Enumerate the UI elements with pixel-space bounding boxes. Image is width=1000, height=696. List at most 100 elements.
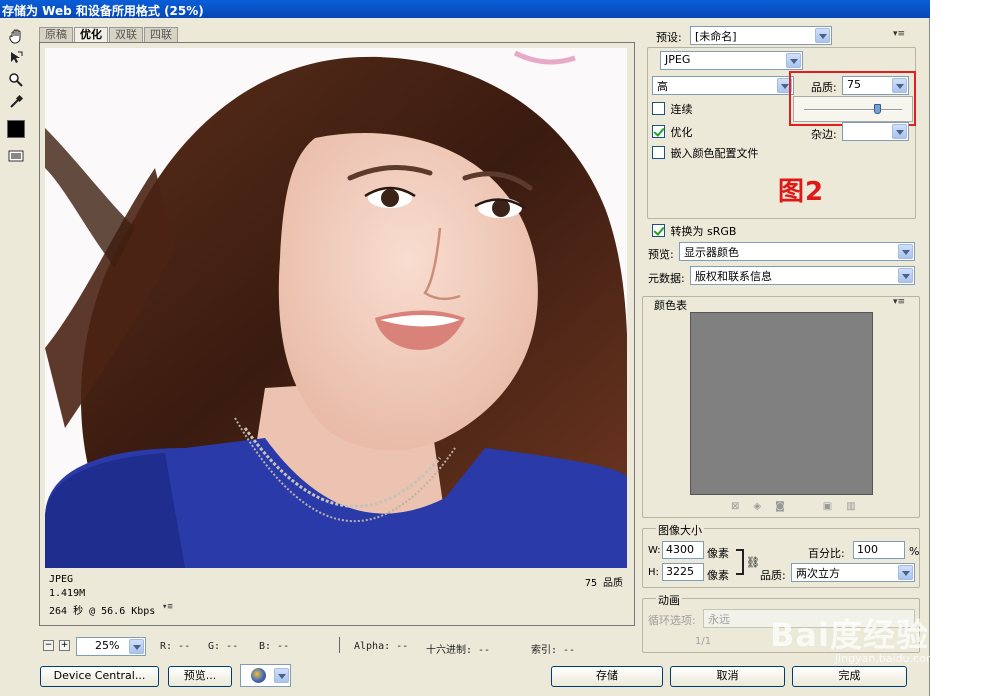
new-color-icon[interactable]: ▣ xyxy=(823,501,832,512)
download-speed-menu-icon[interactable]: ▾≡ xyxy=(162,602,173,612)
chevron-down-icon xyxy=(786,53,801,68)
browser-select[interactable] xyxy=(240,664,291,687)
preset-label: 预设: xyxy=(656,31,682,44)
convert-srgb-label: 转换为 sRGB xyxy=(670,225,737,238)
web-snap-icon[interactable]: ⊠ xyxy=(731,501,739,512)
cube-icon[interactable]: ◈ xyxy=(753,501,761,512)
resample-quality-value: 两次立方 xyxy=(796,567,840,580)
loop-label: 循环选项: xyxy=(648,614,696,627)
zoom-out-button[interactable]: − xyxy=(43,640,54,651)
optimize-menu-icon[interactable]: ▾≡ xyxy=(893,29,905,39)
matte-select[interactable] xyxy=(842,122,909,141)
format-select[interactable]: JPEG xyxy=(660,51,803,70)
cancel-button[interactable]: 取消 xyxy=(670,666,785,687)
quality-value: 75 xyxy=(847,78,861,91)
info-quality: 75 品质 xyxy=(584,578,623,589)
info-download-time: 264 秒 @ 56.6 Kbps xyxy=(49,606,156,617)
progressive-label: 连续 xyxy=(670,103,693,116)
annotation-label: 图2 xyxy=(778,177,825,207)
tab-2-up[interactable]: 双联 xyxy=(109,27,143,42)
desktop-background xyxy=(930,0,1000,696)
tab-optimized[interactable]: 优化 xyxy=(74,27,108,42)
color-table-menu-icon[interactable]: ▾≡ xyxy=(893,297,905,307)
readout-alpha: Alpha: -- xyxy=(354,641,409,652)
loop-value: 永远 xyxy=(708,613,730,626)
save-button[interactable]: 存储 xyxy=(551,666,663,687)
window-title: 存储为 Web 和设备所用格式 (25%) xyxy=(2,4,204,18)
hand-icon[interactable] xyxy=(6,26,26,46)
watermark-url: jingyan.baidu.com xyxy=(835,652,937,665)
convert-srgb-check[interactable] xyxy=(652,224,665,237)
resample-quality-select[interactable]: 两次立方 xyxy=(791,563,915,582)
animation-title: 动画 xyxy=(656,592,682,608)
percent-input[interactable]: 100 xyxy=(853,541,905,559)
progressive-check[interactable] xyxy=(652,102,665,115)
progressive-checkbox[interactable]: 连续 xyxy=(652,102,693,119)
embed-profile-checkbox[interactable]: 嵌入颜色配置文件 xyxy=(652,146,759,163)
preview-color-select[interactable]: 显示器颜色 xyxy=(679,242,915,261)
metadata-value: 版权和联系信息 xyxy=(695,270,772,283)
tab-original[interactable]: 原稿 xyxy=(39,27,73,42)
preview-image[interactable] xyxy=(45,48,627,568)
info-format: JPEG xyxy=(49,574,74,585)
eyedropper-icon[interactable] xyxy=(6,92,26,112)
embed-profile-label: 嵌入颜色配置文件 xyxy=(670,147,759,160)
chevron-down-icon xyxy=(274,668,289,683)
toggle-slices-icon[interactable] xyxy=(6,146,26,166)
toolbox xyxy=(4,24,28,172)
view-tabs: 原稿 优化 双联 四联 xyxy=(39,27,179,42)
slice-select-icon[interactable] xyxy=(6,48,26,68)
quality-level-select[interactable]: 高 xyxy=(652,76,794,95)
chevron-down-icon xyxy=(898,244,913,259)
preview-color-value: 显示器颜色 xyxy=(684,246,739,259)
color-table-swatch-area[interactable] xyxy=(690,312,873,495)
zoom-select[interactable]: 25% xyxy=(76,637,146,656)
preset-select[interactable]: [未命名] xyxy=(690,26,832,45)
width-label: W: xyxy=(648,545,661,556)
trash-icon[interactable]: ▥ xyxy=(846,501,855,512)
chevron-down-icon xyxy=(892,78,907,93)
constrain-bracket xyxy=(736,549,744,575)
percent-label: 百分比: xyxy=(808,547,845,560)
zoom-value: 25% xyxy=(95,639,120,652)
matte-label: 杂边: xyxy=(811,128,837,141)
zoom-in-button[interactable]: + xyxy=(59,640,70,651)
frame-counter: 1/1 xyxy=(695,636,712,647)
readout-g: G: -- xyxy=(208,641,239,652)
convert-srgb-checkbox[interactable]: 转换为 sRGB xyxy=(652,224,737,241)
metadata-select[interactable]: 版权和联系信息 xyxy=(690,266,915,285)
tab-4-up[interactable]: 四联 xyxy=(144,27,178,42)
chevron-down-icon xyxy=(898,565,913,580)
height-unit: 像素 xyxy=(707,569,729,582)
quality-label: 品质: xyxy=(811,81,837,94)
optimized-label: 优化 xyxy=(670,126,693,139)
image-size-title: 图像大小 xyxy=(656,522,704,538)
browser-icon xyxy=(251,668,266,683)
chevron-down-icon xyxy=(898,268,913,283)
metadata-label: 元数据: xyxy=(648,272,685,285)
readout-index: 索引: -- xyxy=(531,645,576,656)
optimized-checkbox[interactable]: 优化 xyxy=(652,125,693,142)
quality-value-field[interactable]: 75 xyxy=(842,76,909,95)
quality-slider-popup xyxy=(793,96,913,122)
chevron-down-icon xyxy=(815,28,830,43)
window-title-bar: 存储为 Web 和设备所用格式 (25%) xyxy=(0,0,930,18)
readout-hex: 十六进制: -- xyxy=(426,645,491,656)
device-central-button[interactable]: Device Central... xyxy=(40,666,159,687)
percent-sign: % xyxy=(909,545,920,558)
link-icon[interactable]: ⛓ xyxy=(746,556,760,569)
info-file-size: 1.419M xyxy=(49,588,86,599)
quality-slider-thumb[interactable] xyxy=(873,104,881,114)
readout-r: R: -- xyxy=(160,641,191,652)
color-table-title: 颜色表 xyxy=(654,299,687,312)
preview-button[interactable]: 预览... xyxy=(168,666,232,687)
embed-profile-check[interactable] xyxy=(652,146,665,159)
done-button[interactable]: 完成 xyxy=(792,666,907,687)
optimized-check[interactable] xyxy=(652,125,665,138)
height-label: H: xyxy=(648,567,659,578)
height-input[interactable]: 3225 xyxy=(662,563,704,581)
lock-icon[interactable]: ◙ xyxy=(775,501,785,512)
color-swatch-icon[interactable] xyxy=(7,120,25,138)
width-input[interactable]: 4300 xyxy=(662,541,704,559)
zoom-icon[interactable] xyxy=(6,70,26,90)
